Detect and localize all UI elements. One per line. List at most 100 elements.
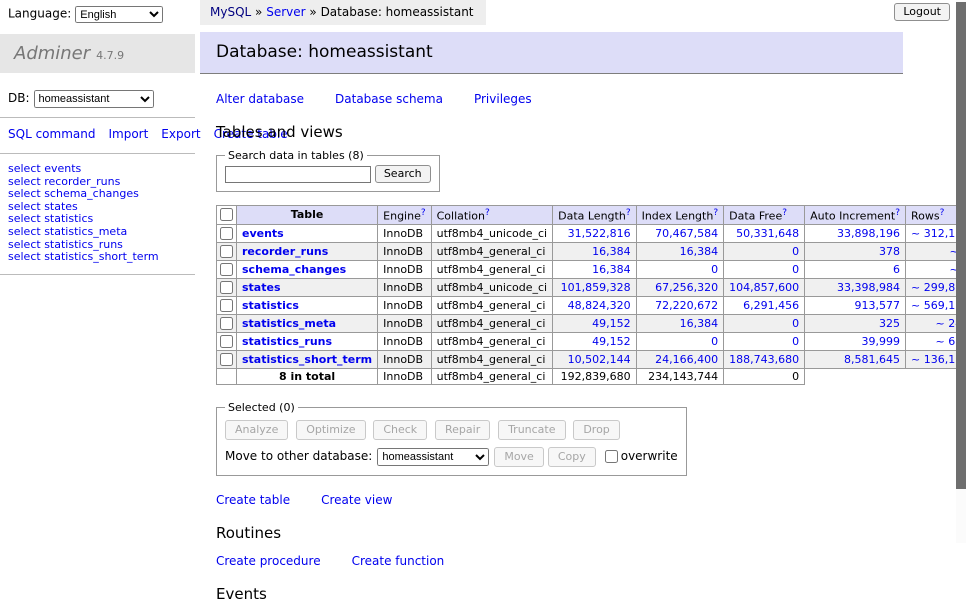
export-link[interactable]: Export xyxy=(161,127,200,141)
sql-command-link[interactable]: SQL command xyxy=(8,127,95,141)
row-checkbox[interactable] xyxy=(220,245,233,258)
sidebar-table-link[interactable]: schema_changes xyxy=(44,187,139,200)
index-length-help-link[interactable]: ? xyxy=(713,208,718,218)
move-db-select[interactable]: homeassistant xyxy=(377,448,489,466)
index-length-cell-link[interactable]: 0 xyxy=(711,263,718,276)
engine-help-link[interactable]: ? xyxy=(421,208,426,218)
data-free-help-link[interactable]: ? xyxy=(782,208,787,218)
auto-increment-cell-link[interactable]: 8,581,645 xyxy=(844,353,900,366)
optimize-button[interactable]: Optimize xyxy=(296,420,365,440)
sidebar-table-link[interactable]: events xyxy=(44,162,81,175)
select-link[interactable]: select xyxy=(8,238,41,251)
truncate-button[interactable]: Truncate xyxy=(498,420,565,440)
sidebar-table-link[interactable]: statistics xyxy=(44,212,93,225)
auto-increment-cell-link[interactable]: 33,398,984 xyxy=(837,281,900,294)
data-length-cell-link[interactable]: 48,824,320 xyxy=(568,299,631,312)
data-length-cell-link[interactable]: 16,384 xyxy=(592,263,631,276)
data-free-cell-link[interactable]: 6,291,456 xyxy=(743,299,799,312)
table-name-link[interactable]: statistics_short_term xyxy=(242,353,372,366)
row-checkbox[interactable] xyxy=(220,335,233,348)
data-free-cell-link[interactable]: 0 xyxy=(792,317,799,330)
sidebar-table-link[interactable]: recorder_runs xyxy=(44,175,120,188)
repair-button[interactable]: Repair xyxy=(435,420,490,440)
index-length-cell-link[interactable]: 0 xyxy=(711,335,718,348)
overwrite-checkbox[interactable] xyxy=(605,450,618,463)
auto-increment-cell-link[interactable]: 913,577 xyxy=(855,299,901,312)
check-button[interactable]: Check xyxy=(373,420,427,440)
data-length-cell-link[interactable]: 49,152 xyxy=(592,335,631,348)
index-length-cell-link[interactable]: 16,384 xyxy=(680,245,719,258)
auto-increment-cell-link[interactable]: 378 xyxy=(879,245,900,258)
table-name-link[interactable]: events xyxy=(242,227,284,240)
analyze-button[interactable]: Analyze xyxy=(225,420,288,440)
create-table-link-main[interactable]: Create table xyxy=(216,493,290,507)
sidebar-table-link[interactable]: statistics_short_term xyxy=(44,250,158,263)
data-free-cell-link[interactable]: 0 xyxy=(792,245,799,258)
privileges-link[interactable]: Privileges xyxy=(474,92,532,106)
table-name-link[interactable]: states xyxy=(242,281,281,294)
row-checkbox[interactable] xyxy=(220,353,233,366)
search-input[interactable] xyxy=(225,166,371,183)
breadcrumb-server-link[interactable]: Server xyxy=(266,5,305,19)
data-length-cell-link[interactable]: 49,152 xyxy=(592,317,631,330)
data-length-cell-link[interactable]: 31,522,816 xyxy=(568,227,631,240)
index-length-cell-link[interactable]: 24,166,400 xyxy=(655,353,718,366)
auto-increment-cell-link[interactable]: 33,898,196 xyxy=(837,227,900,240)
data-free-cell-link[interactable]: 50,331,648 xyxy=(736,227,799,240)
table-name-link[interactable]: statistics xyxy=(242,299,299,312)
row-checkbox[interactable] xyxy=(220,317,233,330)
import-link[interactable]: Import xyxy=(108,127,148,141)
index-length-cell-link[interactable]: 72,220,672 xyxy=(655,299,718,312)
create-function-link[interactable]: Create function xyxy=(352,554,445,568)
breadcrumb-mysql-link[interactable]: MySQL xyxy=(210,5,251,19)
data-length-cell-link[interactable]: 10,502,144 xyxy=(568,353,631,366)
index-length-cell-link[interactable]: 16,384 xyxy=(680,317,719,330)
select-link[interactable]: select xyxy=(8,250,41,263)
auto-increment-help-link[interactable]: ? xyxy=(895,208,900,218)
auto-increment-cell-link[interactable]: 39,999 xyxy=(862,335,901,348)
data-length-cell-link[interactable]: 101,859,328 xyxy=(561,281,631,294)
table-name-link[interactable]: recorder_runs xyxy=(242,245,328,258)
table-name-link[interactable]: schema_changes xyxy=(242,263,346,276)
data-free-cell-link[interactable]: 0 xyxy=(792,335,799,348)
index-length-cell-link[interactable]: 67,256,320 xyxy=(655,281,718,294)
select-link[interactable]: select xyxy=(8,187,41,200)
row-checkbox[interactable] xyxy=(220,281,233,294)
language-select[interactable]: English xyxy=(75,6,163,23)
data-free-cell-link[interactable]: 0 xyxy=(792,263,799,276)
row-checkbox[interactable] xyxy=(220,227,233,240)
database-schema-link[interactable]: Database schema xyxy=(335,92,443,106)
sidebar-table-link[interactable]: statistics_runs xyxy=(44,238,123,251)
rows-help-link[interactable]: ? xyxy=(940,208,945,218)
create-procedure-link[interactable]: Create procedure xyxy=(216,554,321,568)
select-link[interactable]: select xyxy=(8,225,41,238)
create-view-link[interactable]: Create view xyxy=(321,493,392,507)
move-button[interactable]: Move xyxy=(494,447,544,467)
copy-button[interactable]: Copy xyxy=(548,447,596,467)
sidebar-table-link[interactable]: statistics_meta xyxy=(44,225,127,238)
table-name-link[interactable]: statistics_runs xyxy=(242,335,332,348)
collation-help-link[interactable]: ? xyxy=(485,208,490,218)
overwrite-label-wrap[interactable]: overwrite xyxy=(605,449,678,463)
data-free-cell-link[interactable]: 104,857,600 xyxy=(729,281,799,294)
row-checkbox[interactable] xyxy=(220,263,233,276)
select-link[interactable]: select xyxy=(8,212,41,225)
select-all-checkbox[interactable] xyxy=(220,208,233,221)
search-button[interactable]: Search xyxy=(375,165,431,183)
data-length-help-link[interactable]: ? xyxy=(626,208,631,218)
table-name-link[interactable]: statistics_meta xyxy=(242,317,336,330)
sidebar-table-link[interactable]: states xyxy=(44,200,78,213)
scrollbar-thumb[interactable] xyxy=(956,2,966,489)
drop-button[interactable]: Drop xyxy=(573,420,619,440)
alter-database-link[interactable]: Alter database xyxy=(216,92,304,106)
select-link[interactable]: select xyxy=(8,175,41,188)
select-link[interactable]: select xyxy=(8,162,41,175)
auto-increment-cell-link[interactable]: 325 xyxy=(879,317,900,330)
select-link[interactable]: select xyxy=(8,200,41,213)
db-select[interactable]: homeassistant xyxy=(34,90,154,108)
logout-button[interactable]: Logout xyxy=(894,3,950,21)
index-length-cell-link[interactable]: 70,467,584 xyxy=(655,227,718,240)
row-checkbox[interactable] xyxy=(220,299,233,312)
data-free-cell-link[interactable]: 188,743,680 xyxy=(729,353,799,366)
auto-increment-cell-link[interactable]: 6 xyxy=(893,263,900,276)
